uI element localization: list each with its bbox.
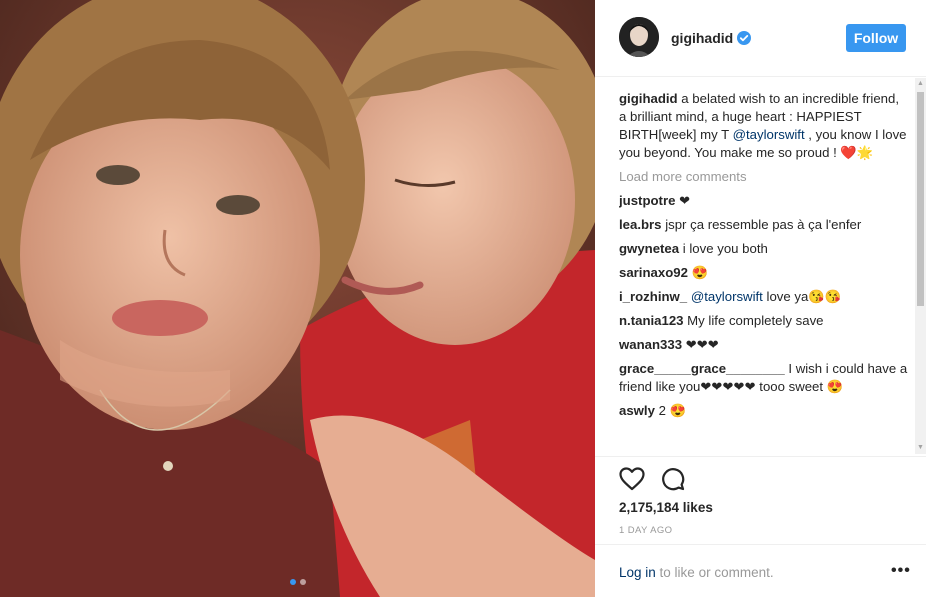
- comment-item: aswly 2 😍: [619, 402, 909, 420]
- comment-item: grace_____grace________ I wish i could h…: [619, 360, 909, 396]
- comment-username[interactable]: i_rozhinw_: [619, 289, 687, 304]
- post-photo[interactable]: [0, 0, 595, 597]
- comment-item: sarinaxo92 😍: [619, 264, 909, 282]
- comment-username[interactable]: aswly: [619, 403, 655, 418]
- comment-text: 2 😍: [654, 403, 687, 418]
- login-prompt: Log in to like or comment.: [619, 565, 774, 580]
- comment-icon[interactable]: [661, 467, 685, 491]
- verified-badge-icon: [737, 31, 751, 45]
- scroll-up-arrow-icon[interactable]: ▲: [915, 78, 926, 90]
- comment-item: wanan333 ❤❤❤: [619, 336, 909, 354]
- login-prompt-text: to like or comment.: [655, 565, 774, 580]
- comment-username[interactable]: lea.brs: [619, 217, 662, 232]
- comment-text: My life completely save: [683, 313, 824, 328]
- comment-item: n.tania123 My life completely save: [619, 312, 909, 330]
- post-timestamp[interactable]: 1 DAY AGO: [619, 525, 672, 536]
- post-header: gigihadid Follow: [595, 0, 926, 77]
- comments-list[interactable]: gigihadid a belated wish to an incredibl…: [619, 90, 909, 456]
- post-actions: 2,175,184 likes 1 DAY AGO: [595, 456, 926, 545]
- username-link[interactable]: gigihadid: [671, 30, 733, 46]
- scrollbar-thumb[interactable]: [917, 92, 924, 306]
- caption-mention-link[interactable]: @taylorswift: [733, 127, 805, 142]
- comment-username[interactable]: wanan333: [619, 337, 682, 352]
- post-footer: Log in to like or comment. •••: [595, 544, 926, 598]
- login-link[interactable]: Log in: [619, 565, 656, 580]
- comment-item: justpotre ❤: [619, 192, 909, 210]
- comment-username[interactable]: gwynetea: [619, 241, 679, 256]
- load-more-comments-link[interactable]: Load more comments: [619, 168, 909, 186]
- post-caption: gigihadid a belated wish to an incredibl…: [619, 90, 909, 162]
- comment-text: ❤❤❤: [682, 337, 719, 352]
- comment-username[interactable]: n.tania123: [619, 313, 684, 328]
- more-options-icon[interactable]: •••: [891, 563, 911, 579]
- carousel-dot-active[interactable]: [289, 579, 296, 585]
- comment-username[interactable]: justpotre: [619, 193, 675, 208]
- comments-scrollbar[interactable]: ▲ ▼: [915, 78, 926, 454]
- avatar[interactable]: [619, 17, 659, 57]
- comment-text: ❤: [675, 193, 691, 208]
- comment-text: love ya😘😘: [762, 289, 842, 304]
- caption-username[interactable]: gigihadid: [619, 91, 678, 106]
- photo-image: [0, 0, 595, 597]
- comment-item: i_rozhinw_ @taylorswift love ya😘😘: [619, 288, 909, 306]
- comment-username[interactable]: sarinaxo92: [619, 265, 688, 280]
- likes-count[interactable]: 2,175,184 likes: [619, 500, 713, 515]
- follow-button[interactable]: Follow: [846, 24, 906, 52]
- comment-text: 😍: [687, 265, 709, 280]
- carousel-indicator: [0, 579, 595, 585]
- comment-text: jspr ça ressemble pas à ça l'enfer: [661, 217, 862, 232]
- comment-username[interactable]: grace_____grace________: [619, 361, 785, 376]
- post-side-panel: gigihadid Follow gigihadid a belated wis…: [595, 0, 926, 597]
- carousel-dot[interactable]: [299, 579, 306, 585]
- heart-icon[interactable]: [619, 467, 645, 491]
- comment-mention-link[interactable]: @taylorswift: [687, 289, 763, 304]
- avatar-icon: [619, 17, 659, 57]
- comment-text: i love you both: [679, 241, 768, 256]
- scroll-down-arrow-icon[interactable]: ▼: [915, 442, 926, 454]
- comment-item: gwynetea i love you both: [619, 240, 909, 258]
- comment-item: lea.brs jspr ça ressemble pas à ça l'enf…: [619, 216, 909, 234]
